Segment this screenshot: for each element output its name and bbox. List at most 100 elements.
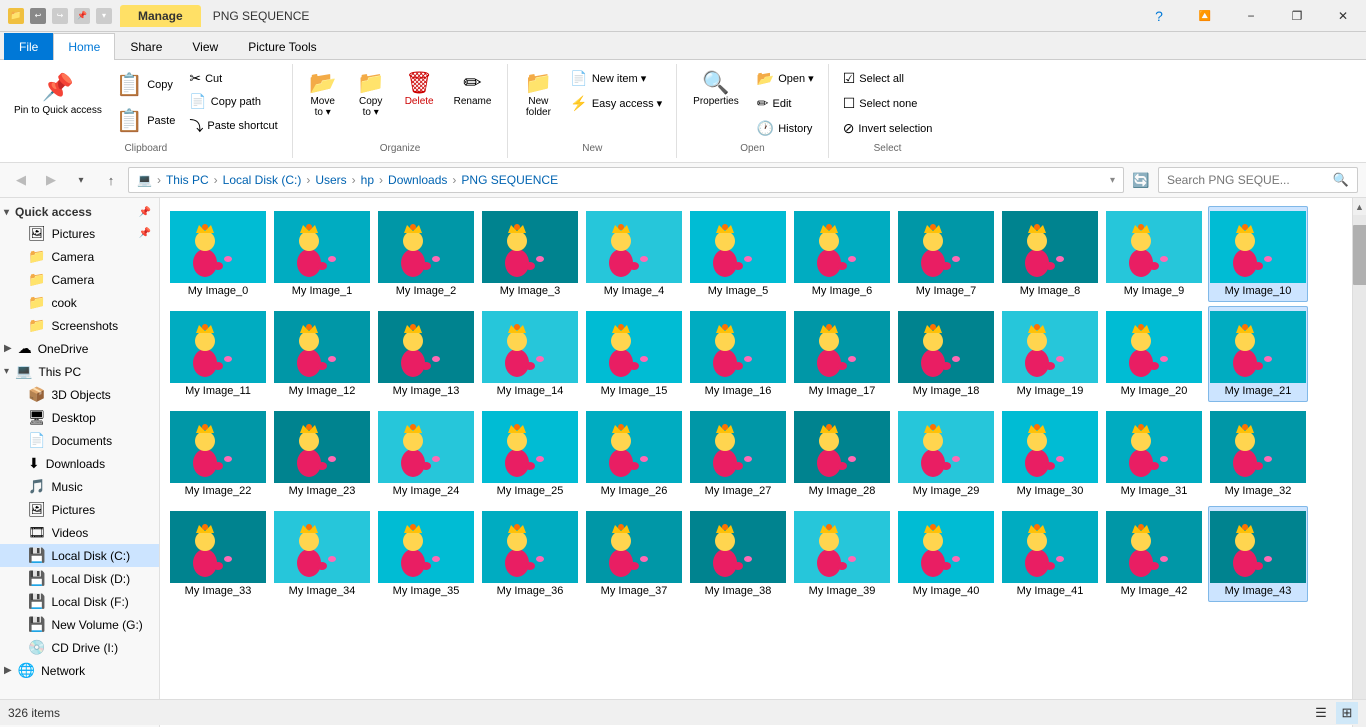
file-item[interactable]: My Image_27: [688, 406, 788, 502]
file-item[interactable]: My Image_5: [688, 206, 788, 302]
new-item-btn[interactable]: 📄 New item ▾: [564, 68, 668, 89]
file-item[interactable]: My Image_0: [168, 206, 268, 302]
search-box[interactable]: 🔍: [1158, 167, 1358, 193]
sidebar-downloads[interactable]: ⬇ Downloads: [0, 452, 159, 475]
path-downloads[interactable]: Downloads: [388, 173, 447, 187]
pin-to-quick-access-btn[interactable]: 📌 Pin to Quick access: [8, 68, 108, 121]
tab-home[interactable]: Home: [53, 33, 115, 60]
path-this-pc[interactable]: This PC: [166, 173, 209, 187]
file-item[interactable]: My Image_4: [584, 206, 684, 302]
sidebar-cd-drive[interactable]: 💿 CD Drive (I:): [0, 636, 159, 659]
delete-btn[interactable]: 🗑 Delete: [397, 68, 442, 111]
file-item[interactable]: My Image_29: [896, 406, 996, 502]
file-item[interactable]: My Image_36: [480, 506, 580, 602]
scroll-up-arrow[interactable]: ▲: [1353, 198, 1366, 215]
pin-icon[interactable]: 📌: [74, 8, 90, 24]
back-btn[interactable]: ◀: [8, 167, 34, 193]
move-to-btn[interactable]: 📂 Moveto ▾: [301, 68, 345, 122]
help-btn[interactable]: ?: [1136, 0, 1182, 32]
file-item[interactable]: My Image_16: [688, 306, 788, 402]
history-btn[interactable]: 🕐 History: [751, 118, 820, 139]
file-item[interactable]: My Image_14: [480, 306, 580, 402]
sidebar-item-camera2[interactable]: 📁 Camera: [0, 268, 159, 291]
file-item[interactable]: My Image_20: [1104, 306, 1204, 402]
recent-locations-btn[interactable]: ▾: [68, 167, 94, 193]
tab-file[interactable]: File: [4, 33, 53, 60]
easy-access-btn[interactable]: ⚡ Easy access ▾: [564, 93, 668, 114]
tab-view[interactable]: View: [177, 33, 233, 60]
manage-tab-label[interactable]: Manage: [120, 5, 201, 27]
invert-selection-btn[interactable]: ⊘ Invert selection: [837, 118, 939, 139]
select-none-btn[interactable]: ☐ Select none: [837, 93, 924, 114]
file-item[interactable]: My Image_33: [168, 506, 268, 602]
sidebar-item-cook[interactable]: 📁 cook: [0, 291, 159, 314]
file-item[interactable]: My Image_25: [480, 406, 580, 502]
redo-icon[interactable]: ↪: [52, 8, 68, 24]
forward-btn[interactable]: ▶: [38, 167, 64, 193]
sidebar-3d-objects[interactable]: 📦 3D Objects: [0, 383, 159, 406]
paste-shortcut-btn[interactable]: ⤵ Paste shortcut: [183, 114, 283, 138]
address-path[interactable]: 💻 › This PC › Local Disk (C:) › Users › …: [128, 167, 1124, 193]
file-item[interactable]: My Image_31: [1104, 406, 1204, 502]
path-png-sequence[interactable]: PNG SEQUENCE: [461, 173, 558, 187]
file-item[interactable]: My Image_24: [376, 406, 476, 502]
sidebar-this-pc[interactable]: ▾ 💻 This PC: [0, 360, 159, 383]
minimize-btn[interactable]: −: [1228, 0, 1274, 32]
search-input[interactable]: [1167, 173, 1333, 187]
scroll-thumb[interactable]: [1353, 225, 1366, 285]
sidebar-local-disk-c[interactable]: 💾 Local Disk (C:): [0, 544, 159, 567]
sidebar-onedrive[interactable]: ▶ ☁ OneDrive: [0, 337, 159, 360]
rename-btn[interactable]: ✏ Rename: [446, 68, 500, 111]
file-item[interactable]: My Image_41: [1000, 506, 1100, 602]
close-btn[interactable]: ✕: [1320, 0, 1366, 32]
file-item[interactable]: My Image_26: [584, 406, 684, 502]
file-item[interactable]: My Image_38: [688, 506, 788, 602]
path-local-disk[interactable]: Local Disk (C:): [223, 173, 302, 187]
file-item[interactable]: My Image_37: [584, 506, 684, 602]
tab-share[interactable]: Share: [115, 33, 177, 60]
sidebar-local-disk-f[interactable]: 💾 Local Disk (F:): [0, 590, 159, 613]
sidebar-local-disk-d[interactable]: 💾 Local Disk (D:): [0, 567, 159, 590]
file-item[interactable]: My Image_34: [272, 506, 372, 602]
path-hp[interactable]: hp: [361, 173, 374, 187]
file-item[interactable]: My Image_10: [1208, 206, 1308, 302]
cut-btn[interactable]: ✂ Cut: [183, 68, 283, 89]
properties-btn[interactable]: 🔍 Properties: [685, 68, 747, 111]
file-item[interactable]: My Image_30: [1000, 406, 1100, 502]
sidebar-item-pictures-quick[interactable]: 🖼 Pictures 📌: [0, 222, 159, 245]
select-all-btn[interactable]: ☑ Select all: [837, 68, 910, 89]
file-item[interactable]: My Image_3: [480, 206, 580, 302]
paste-btn[interactable]: 📋 Paste: [112, 104, 180, 138]
file-area[interactable]: My Image_0My Image_1My Image_2My Image_3…: [160, 198, 1352, 727]
sidebar-pictures[interactable]: 🖼 Pictures: [0, 498, 159, 521]
file-item[interactable]: My Image_19: [1000, 306, 1100, 402]
copy-to-btn[interactable]: 📁 Copyto ▾: [349, 68, 393, 122]
sidebar-desktop[interactable]: 🖥 Desktop: [0, 406, 159, 429]
copy-path-btn[interactable]: 📄 Copy path: [183, 91, 283, 112]
tab-picture-tools[interactable]: Picture Tools: [233, 33, 331, 60]
pin-toggle-btn[interactable]: 📌: [139, 207, 151, 218]
sidebar-quick-access[interactable]: ▾ Quick access 📌: [0, 202, 159, 222]
path-users[interactable]: Users: [315, 173, 346, 187]
file-item[interactable]: My Image_35: [376, 506, 476, 602]
sidebar-documents[interactable]: 📄 Documents: [0, 429, 159, 452]
refresh-btn[interactable]: 🔄: [1128, 167, 1154, 193]
sidebar-new-volume-g[interactable]: 💾 New Volume (G:): [0, 613, 159, 636]
file-item[interactable]: My Image_7: [896, 206, 996, 302]
quick-access-icon[interactable]: ↩: [30, 8, 46, 24]
file-item[interactable]: My Image_6: [792, 206, 892, 302]
copy-btn[interactable]: 📋 Copy: [112, 68, 180, 102]
right-scrollbar[interactable]: ▲ ▼: [1352, 198, 1366, 727]
file-item[interactable]: My Image_11: [168, 306, 268, 402]
sidebar-item-camera1[interactable]: 📁 Camera: [0, 245, 159, 268]
dropdown-small-icon[interactable]: ▾: [96, 8, 112, 24]
file-item[interactable]: My Image_39: [792, 506, 892, 602]
file-item[interactable]: My Image_18: [896, 306, 996, 402]
new-folder-btn[interactable]: 📁 Newfolder: [516, 68, 560, 122]
sidebar-videos[interactable]: 🎞 Videos: [0, 521, 159, 544]
file-item[interactable]: My Image_43: [1208, 506, 1308, 602]
file-item[interactable]: My Image_42: [1104, 506, 1204, 602]
file-item[interactable]: My Image_13: [376, 306, 476, 402]
file-item[interactable]: My Image_8: [1000, 206, 1100, 302]
file-item[interactable]: My Image_32: [1208, 406, 1308, 502]
